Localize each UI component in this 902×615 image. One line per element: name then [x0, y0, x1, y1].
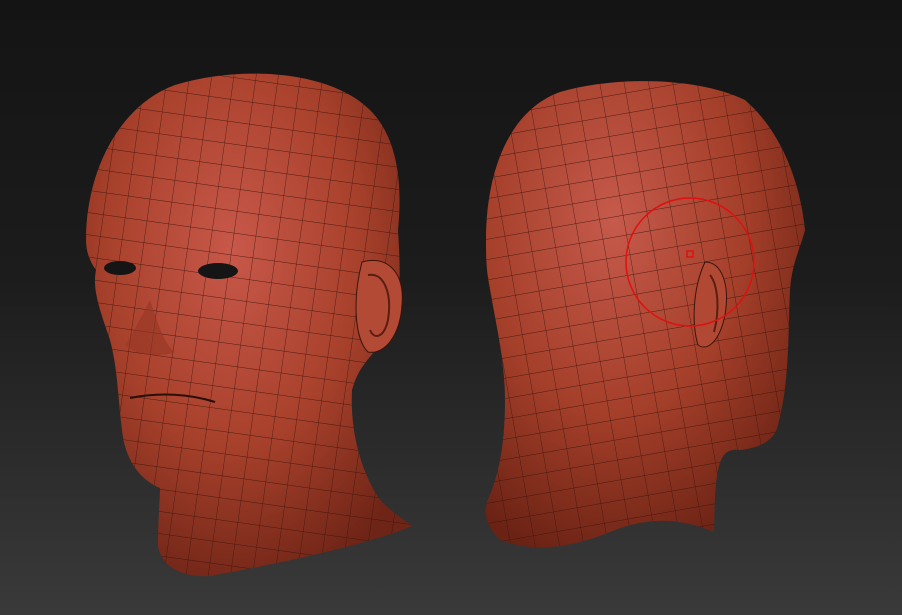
- 3d-viewport[interactable]: [0, 0, 902, 615]
- viewport-canvas[interactable]: [0, 0, 902, 615]
- eye-socket-left: [198, 263, 238, 279]
- head-model-left[interactable]: [86, 73, 412, 577]
- head-model-right[interactable]: [485, 81, 805, 548]
- eye-socket-right: [104, 261, 136, 275]
- ear-left-model: [355, 259, 403, 353]
- head-right-wireframe: [485, 81, 805, 548]
